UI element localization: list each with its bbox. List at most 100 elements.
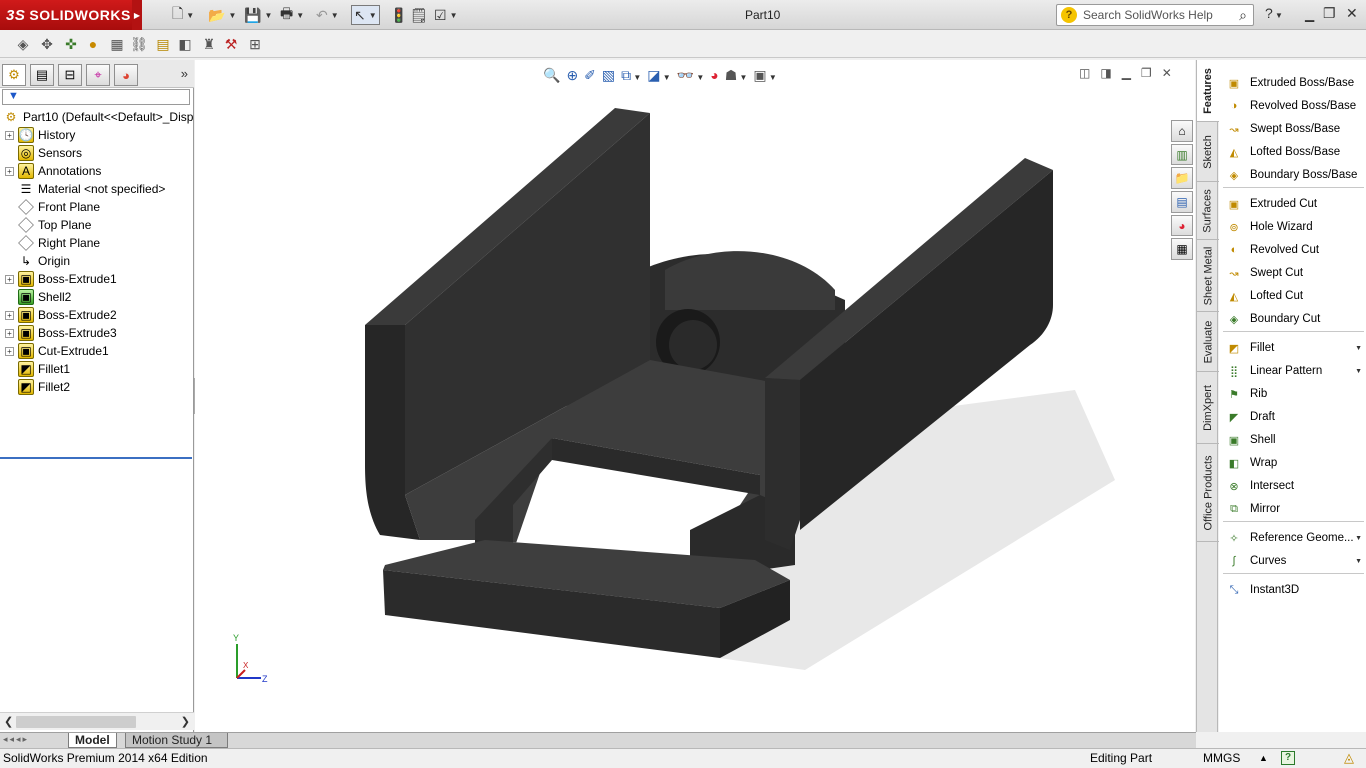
cm-intersect-button[interactable]: ⊗ Intersect [1219, 475, 1366, 497]
units-dropdown-arrow-icon[interactable]: ▲ [1259, 753, 1268, 763]
undo-button[interactable]: ↶ ▼ [316, 5, 339, 25]
help-icon[interactable]: ? [1281, 751, 1295, 765]
previous-view-icon[interactable]: ✐ [584, 67, 596, 84]
search-icon[interactable]: ⌕ [1239, 7, 1247, 24]
cm-wrap-button[interactable]: ◧ Wrap [1219, 452, 1366, 474]
cm-instant3d-button[interactable]: ⤡ Instant3D [1219, 579, 1366, 601]
tree-item-fillet2[interactable]: ◩ Fillet2 [0, 378, 194, 396]
zoom-to-fit-icon[interactable]: 🔍 [543, 67, 560, 84]
restore-window-icon[interactable]: ❐ [1323, 5, 1336, 22]
viewport-split-icon[interactable]: ◫ [1079, 66, 1090, 80]
isometric-icon[interactable]: ◈ [14, 35, 32, 53]
tree-item-origin[interactable]: ↳ Origin [0, 252, 194, 270]
component-icon[interactable]: ✜ [62, 35, 80, 53]
expand-plus-icon[interactable]: + [5, 274, 14, 284]
wireframe-icon[interactable]: ✥ [38, 35, 56, 53]
dropdown-arrow-icon[interactable]: ▼ [1355, 368, 1362, 375]
design-library-tab[interactable]: ▥ [1171, 143, 1193, 166]
cm-swept-cut-button[interactable]: ↝ Swept Cut [1219, 262, 1366, 284]
cm-revolved-cut-button[interactable]: ◐ Revolved Cut [1219, 239, 1366, 261]
solidworks-resources-tab[interactable]: ⌂ [1171, 120, 1193, 142]
rollback-bar[interactable] [0, 457, 192, 459]
expand-plus-icon[interactable]: + [5, 166, 14, 176]
cm-revolved-boss-base-button[interactable]: ◑ Revolved Boss/Base [1219, 95, 1366, 117]
file-properties-button[interactable]: 🗒 [410, 5, 428, 25]
cm-swept-boss-base-button[interactable]: ↝ Swept Boss/Base [1219, 118, 1366, 140]
apply-scene-icon[interactable]: ☗ ▼ [725, 67, 748, 84]
feature-manager-tab[interactable]: ⚙ [2, 64, 26, 86]
mate-icon[interactable]: ⚒ [222, 35, 240, 53]
cm-tab-sketch[interactable]: Sketch [1197, 122, 1219, 182]
solidworks-logo[interactable]: 3S SOLIDWORKS [0, 0, 132, 30]
rebuild-button[interactable]: 🚦 [390, 5, 407, 25]
appearances-tab[interactable]: ◕ [1171, 214, 1193, 237]
cm-hole-wizard-button[interactable]: ⊚ Hole Wizard [1219, 216, 1366, 238]
tree-item-shell2[interactable]: ▣ Shell2 [0, 288, 194, 306]
tree-item-sensors[interactable]: ◎ Sensors [0, 144, 194, 162]
tree-item-material-not-specified[interactable]: ☰ Material <not specified> [0, 180, 194, 198]
cm-extruded-boss-base-button[interactable]: ▣ Extruded Boss/Base [1219, 72, 1366, 94]
tree-item-front-plane[interactable]: Front Plane [0, 198, 194, 216]
cm-tab-sheet-metal[interactable]: Sheet Metal [1197, 240, 1219, 312]
appearance-icon[interactable]: ● [84, 35, 102, 53]
options-button[interactable]: ☑ ▼ [434, 5, 457, 25]
property-manager-tab[interactable]: ▤ [30, 64, 54, 86]
scroll-left-icon[interactable]: ❮ [4, 715, 13, 728]
dropdown-arrow-icon[interactable]: ▼ [1355, 345, 1362, 352]
cm-tab-dimxpert[interactable]: DimXpert [1197, 372, 1219, 444]
cm-mirror-button[interactable]: ⧉ Mirror [1219, 498, 1366, 520]
dropdown-arrow-icon[interactable]: ▼ [1355, 558, 1362, 565]
help-search-input[interactable]: ? Search SolidWorks Help ⌕ [1056, 4, 1254, 26]
section-icon[interactable]: ▦ [108, 35, 126, 53]
new-document-button[interactable]: 🗋 ▼ [172, 5, 194, 25]
tree-item-fillet1[interactable]: ◩ Fillet1 [0, 360, 194, 378]
tree-item-boss-extrude2[interactable]: + ▣ Boss-Extrude2 [0, 306, 194, 324]
cm-fillet-button[interactable]: ◩ Fillet ▼ [1219, 337, 1366, 359]
edit-appearance-icon[interactable]: ◕ [710, 67, 718, 83]
file-explorer-tab[interactable]: 📁 [1171, 167, 1193, 190]
cm-boundary-cut-button[interactable]: ◈ Boundary Cut [1219, 308, 1366, 330]
section-view-icon[interactable]: ▧ [602, 67, 615, 84]
units-selector[interactable]: MMGS [1203, 751, 1240, 765]
cm-tab-evaluate[interactable]: Evaluate [1197, 312, 1219, 372]
minimize-window-icon[interactable]: ▁ [1305, 8, 1314, 22]
cm-shell-button[interactable]: ▣ Shell [1219, 429, 1366, 451]
layout-icon[interactable]: ⊞ [246, 35, 264, 53]
viewport-restore-icon[interactable]: ❐ [1141, 66, 1152, 80]
help-menu-icon[interactable]: ? ▼ [1265, 5, 1283, 21]
horizontal-scrollbar[interactable]: ❮ ❯ [0, 712, 194, 730]
cm-tab-surfaces[interactable]: Surfaces [1197, 182, 1219, 240]
cm-linear-pattern-button[interactable]: ⣿ Linear Pattern ▼ [1219, 360, 1366, 382]
custom-properties-tab[interactable]: ▦ [1171, 238, 1193, 261]
configuration-manager-tab[interactable]: ⊟ [58, 64, 82, 86]
cm-tab-office-products[interactable]: Office Products [1197, 444, 1219, 542]
cm-lofted-cut-button[interactable]: ◭ Lofted Cut [1219, 285, 1366, 307]
tree-item-history[interactable]: + 🕓 History [0, 126, 194, 144]
link-icon[interactable]: ⛓ [130, 35, 148, 53]
scroll-right-icon[interactable]: ❯ [181, 715, 190, 728]
cm-tab-features[interactable]: Features [1197, 60, 1219, 122]
graphics-area[interactable]: 🔍 ⊕ ✐ ▧ ⧉ ▼ ◪ ▼ 👓 ▼ ◕ ☗ ▼ ▣ ▼ ◫ ◨ ▁ ❐ ✕ … [195, 60, 1195, 732]
close-window-icon[interactable]: ✕ [1346, 5, 1358, 22]
tab-motion-study[interactable]: Motion Study 1 [125, 733, 228, 748]
display-style-icon[interactable]: ◪ ▼ [647, 67, 670, 84]
tab-navigation-arrows-icon[interactable]: ◂◂◂▸ [3, 734, 29, 745]
cm-rib-button[interactable]: ⚑ Rib [1219, 383, 1366, 405]
tree-item-top-plane[interactable]: Top Plane [0, 216, 194, 234]
viewport-link-icon[interactable]: ◨ [1100, 66, 1111, 80]
open-button[interactable]: 📂 ▼ [208, 5, 236, 25]
expand-plus-icon[interactable]: + [5, 310, 14, 320]
menu-expand-arrow-icon[interactable]: ▶ [132, 0, 142, 30]
rebuild-status-icon[interactable]: ◬ [1344, 750, 1354, 766]
save-button[interactable]: 💾 ▼ [244, 5, 272, 25]
tree-item-boss-extrude1[interactable]: + ▣ Boss-Extrude1 [0, 270, 194, 288]
cm-draft-button[interactable]: ◤ Draft [1219, 406, 1366, 428]
dropdown-arrow-icon[interactable]: ▼ [1355, 535, 1362, 542]
print-button[interactable]: 🖶 ▼ [280, 5, 304, 25]
cm-extruded-cut-button[interactable]: ▣ Extruded Cut [1219, 193, 1366, 215]
feature-tool-icon[interactable]: ▤ [154, 35, 172, 53]
cm-reference-geome-button[interactable]: ✧ Reference Geome... ▼ [1219, 527, 1366, 549]
select-button[interactable]: ↖ ▼ [351, 5, 380, 25]
more-tabs-chevron-icon[interactable]: » [181, 66, 188, 81]
part-model[interactable] [195, 60, 1195, 732]
